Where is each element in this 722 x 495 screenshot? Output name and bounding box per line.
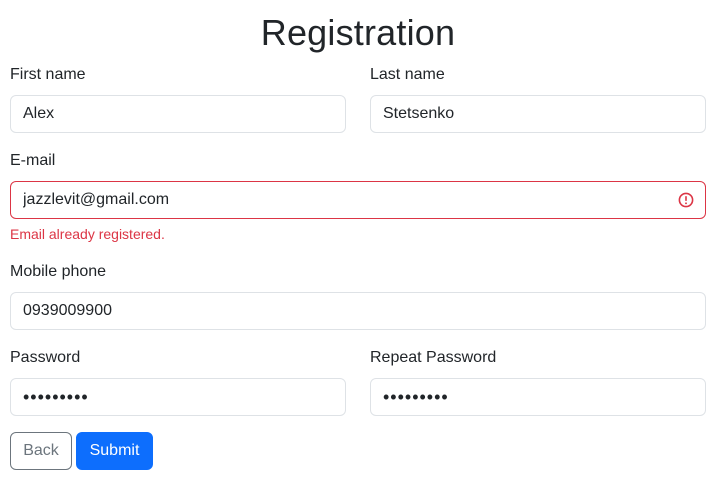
exclamation-circle-icon [678, 192, 694, 208]
first-name-label: First name [10, 66, 86, 83]
email-error-message: Email already registered. [10, 226, 165, 242]
phone-input[interactable] [10, 292, 706, 330]
repeat-password-label: Repeat Password [370, 349, 497, 366]
email-label: E-mail [10, 152, 56, 169]
phone-label: Mobile phone [10, 263, 107, 280]
last-name-label: Last name [370, 66, 445, 83]
last-name-input[interactable] [370, 95, 706, 133]
registration-form: Registration First name Last name E-mail… [0, 0, 722, 495]
back-button[interactable]: Back [10, 432, 72, 470]
password-input[interactable] [10, 378, 346, 416]
password-label: Password [10, 349, 81, 366]
email-input[interactable] [10, 181, 706, 219]
submit-button[interactable]: Submit [76, 432, 153, 470]
repeat-password-input[interactable] [370, 378, 706, 416]
page-title: Registration [260, 12, 456, 53]
first-name-input[interactable] [10, 95, 346, 133]
